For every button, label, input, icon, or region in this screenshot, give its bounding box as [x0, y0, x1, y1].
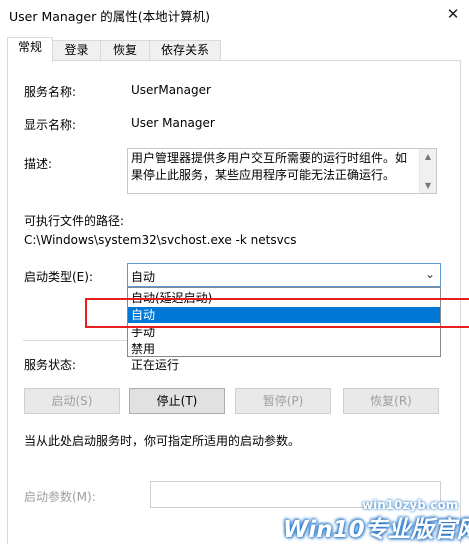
- startup-type-label: 启动类型(E):: [24, 270, 93, 284]
- title-bar: User Manager 的属性(本地计算机) ✕: [0, 0, 469, 30]
- pause-button[interactable]: 暂停(P): [235, 388, 331, 414]
- startup-type-select[interactable]: 自动 ⌄: [127, 263, 441, 287]
- close-button[interactable]: ✕: [437, 0, 469, 28]
- tab-logon[interactable]: 登录: [52, 40, 101, 60]
- description-label: 描述:: [24, 157, 53, 171]
- start-params-label: 启动参数(M):: [24, 490, 96, 504]
- section-divider: [23, 340, 127, 341]
- start-params-hint: 当从此处启动服务时，你可指定所适用的启动参数。: [24, 434, 301, 448]
- startup-type-value: 自动: [131, 270, 156, 284]
- tab-dependencies[interactable]: 依存关系: [149, 40, 221, 60]
- exe-path-value: C:\Windows\system32\svchost.exe -k netsv…: [24, 233, 297, 247]
- annotation-highlight-box: [85, 298, 469, 328]
- display-name-label: 显示名称:: [24, 118, 77, 132]
- service-status-value: 正在运行: [131, 358, 180, 372]
- service-name-label: 服务名称:: [24, 85, 77, 99]
- description-box[interactable]: 用户管理器提供多用户交互所需要的运行时组件。如果停止此服务，某些应用程序可能无法…: [127, 148, 437, 194]
- description-scrollbar[interactable]: ▲ ▼: [419, 149, 436, 193]
- watermark-brand: Win10专业版官网: [283, 517, 469, 543]
- start-button[interactable]: 启动(S): [24, 388, 120, 414]
- description-text: 用户管理器提供多用户交互所需要的运行时组件。如果停止此服务，某些应用程序可能无法…: [131, 151, 408, 182]
- exe-path-label: 可执行文件的路径:: [24, 214, 125, 228]
- close-icon: ✕: [446, 5, 460, 23]
- window-title: User Manager 的属性(本地计算机): [9, 9, 210, 24]
- tab-general[interactable]: 常规: [7, 37, 53, 62]
- resume-button[interactable]: 恢复(R): [343, 388, 439, 414]
- chevron-down-icon[interactable]: ⌄: [425, 267, 435, 281]
- scroll-up-icon[interactable]: ▲: [420, 149, 436, 164]
- tab-recovery[interactable]: 恢复: [100, 40, 150, 60]
- display-name-value: User Manager: [131, 116, 215, 130]
- scroll-down-icon[interactable]: ▼: [420, 178, 436, 193]
- startup-option-disabled[interactable]: 禁用: [128, 341, 440, 357]
- service-name-value: UserManager: [131, 83, 211, 97]
- service-status-label: 服务状态:: [24, 358, 77, 372]
- stop-button[interactable]: 停止(T): [129, 388, 225, 414]
